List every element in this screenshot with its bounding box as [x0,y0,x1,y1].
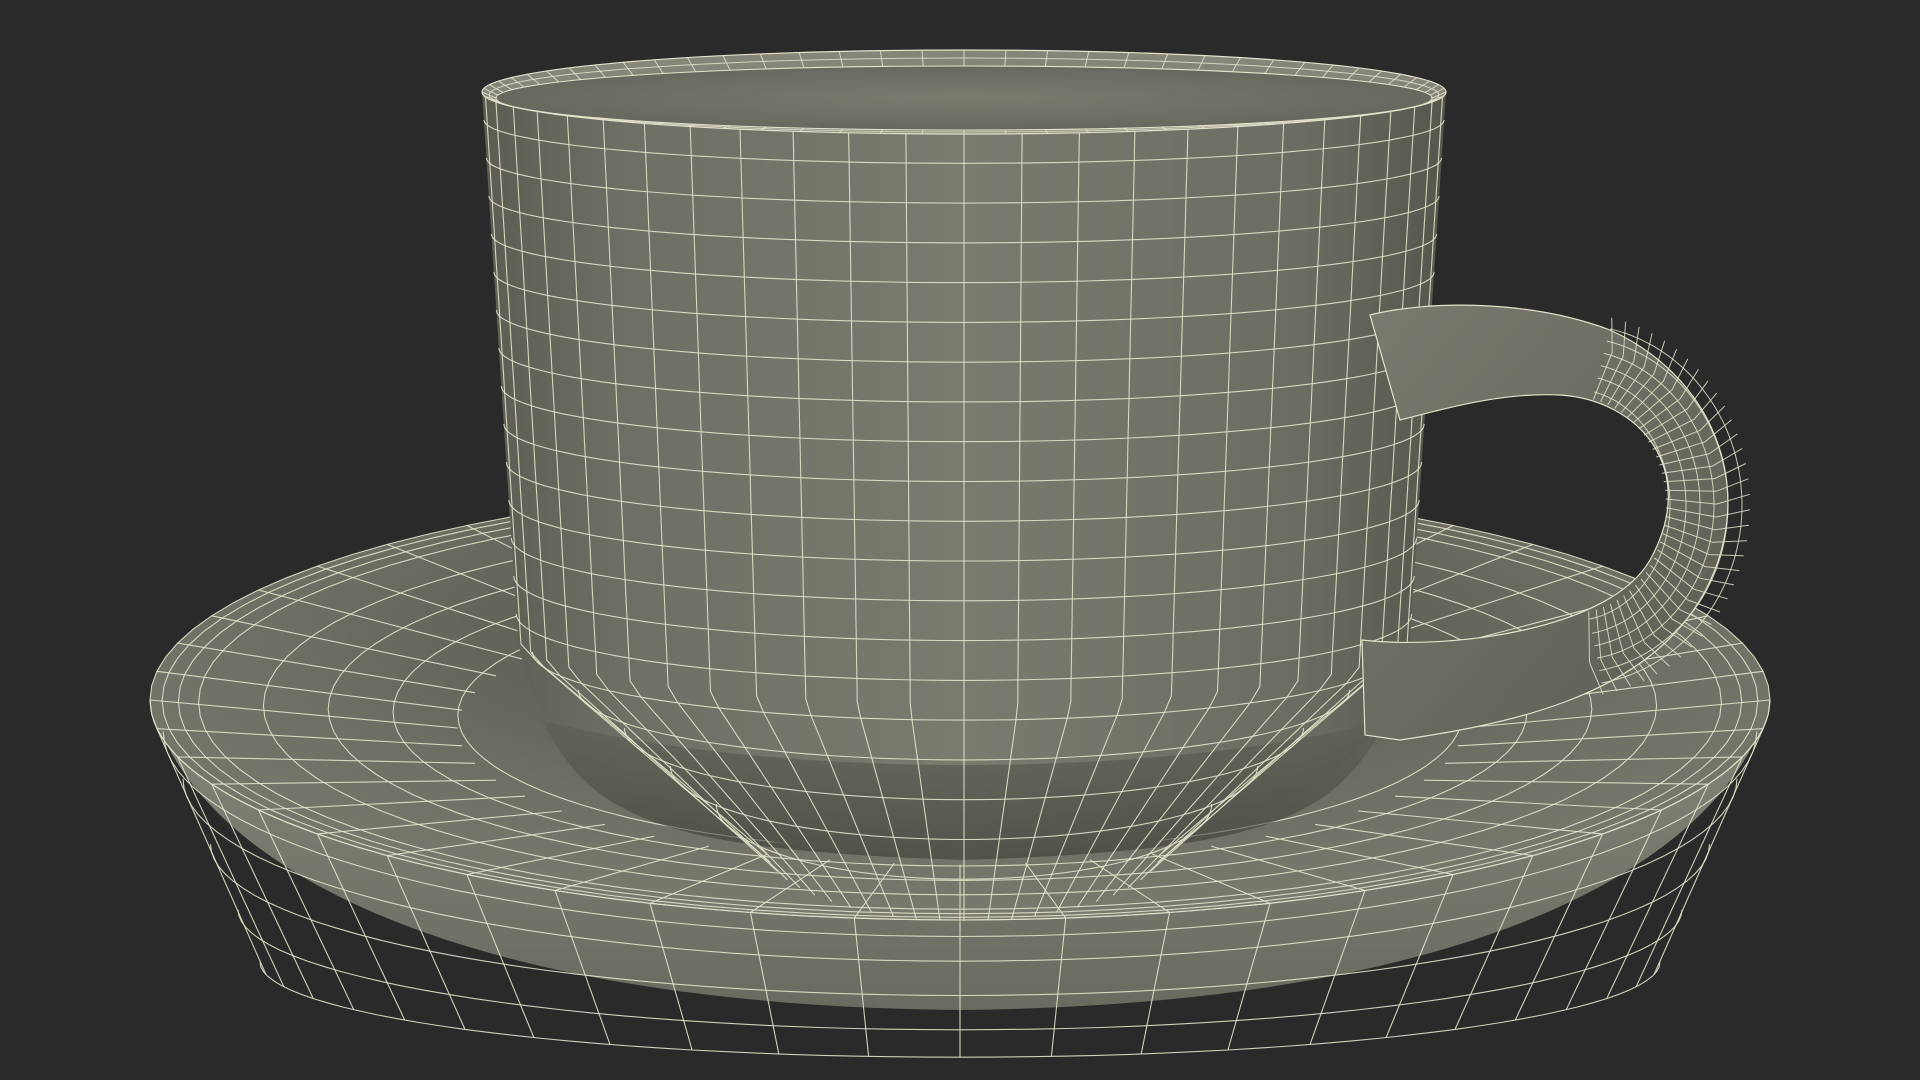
cup-interior [495,65,1433,131]
cup-and-saucer-render [149,49,1771,1058]
cup [481,49,1447,922]
render-viewport [0,0,1920,1080]
